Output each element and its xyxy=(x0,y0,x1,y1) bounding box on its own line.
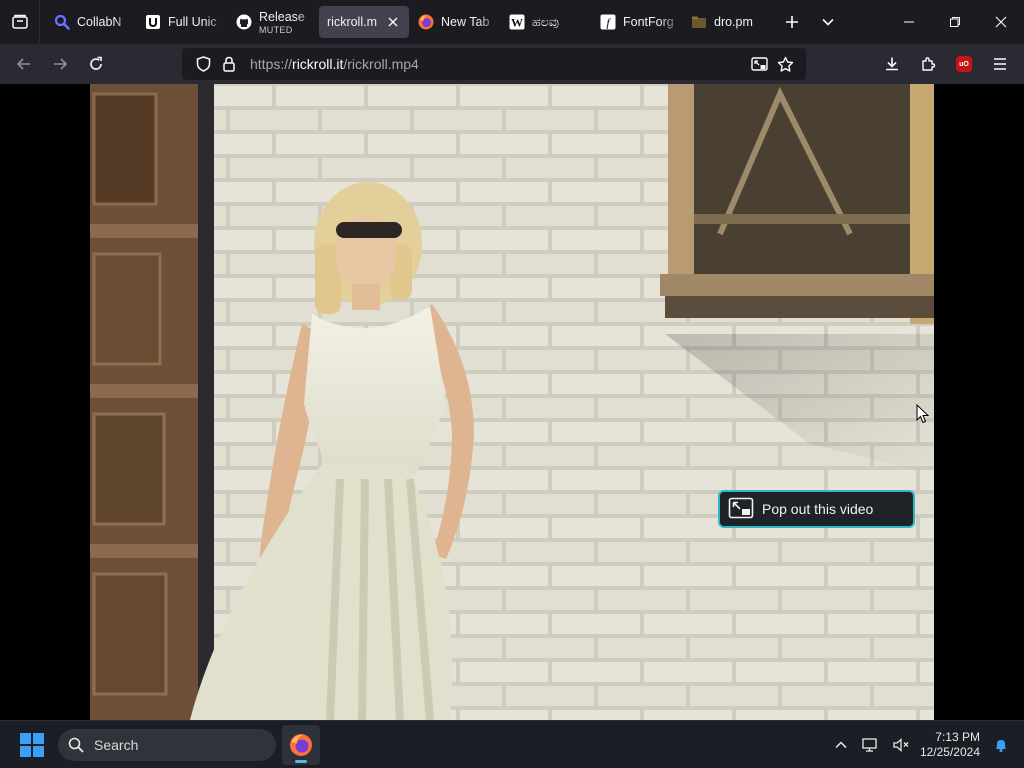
firefox-icon xyxy=(418,14,434,30)
reload-button[interactable] xyxy=(78,48,114,80)
url-host: rickroll.it xyxy=(292,56,344,72)
navigation-toolbar: https://rickroll.it/rickroll.mp4 uO xyxy=(0,44,1024,84)
minimize-icon xyxy=(904,21,914,23)
address-bar[interactable]: https://rickroll.it/rickroll.mp4 xyxy=(182,48,806,80)
clock-date: 12/25/2024 xyxy=(919,745,980,759)
volume-button[interactable] xyxy=(886,721,916,768)
wikipedia-icon: W xyxy=(509,14,525,30)
svg-text:W: W xyxy=(511,16,523,30)
close-icon xyxy=(388,17,398,27)
arrow-left-icon xyxy=(16,58,30,70)
tab-wikipedia[interactable]: W ಹಲವು xyxy=(501,6,591,38)
tab-title: dro.pm xyxy=(714,15,753,29)
unicode-icon xyxy=(145,14,161,30)
tab-collabn[interactable]: CollabN xyxy=(46,6,136,38)
picture-in-picture-icon xyxy=(728,497,754,519)
bookmark-star-button[interactable] xyxy=(772,56,798,73)
tab-new-tab[interactable]: New Tab xyxy=(410,6,500,38)
picture-in-picture-toggle[interactable] xyxy=(746,56,772,72)
tab-release[interactable]: Release MUTED xyxy=(228,6,318,38)
picture-in-picture-button[interactable]: Pop out this video xyxy=(718,490,915,528)
chevron-down-icon xyxy=(822,18,834,26)
running-indicator xyxy=(295,760,307,763)
ublock-origin-button[interactable]: uO xyxy=(946,48,982,80)
volume-muted-icon xyxy=(893,738,909,752)
toolbar-right: uO xyxy=(874,44,1024,84)
extensions-button[interactable] xyxy=(910,48,946,80)
video-frame xyxy=(90,84,934,720)
picture-in-picture-icon xyxy=(750,56,768,71)
fontforge-icon: f xyxy=(600,14,616,30)
mouse-cursor-icon xyxy=(916,404,930,424)
site-info-button[interactable] xyxy=(216,56,242,72)
url-scheme: https:// xyxy=(250,56,293,72)
firefox-icon xyxy=(290,734,312,756)
bell-icon xyxy=(996,740,1006,753)
download-icon xyxy=(886,57,898,71)
new-tab-button[interactable] xyxy=(774,6,810,38)
tab-strip: CollabN Full Unic Release MUTED rickroll… xyxy=(0,0,1024,44)
start-button[interactable] xyxy=(20,733,44,757)
reload-icon xyxy=(90,56,102,70)
restore-icon xyxy=(950,17,960,27)
back-button[interactable] xyxy=(6,48,42,80)
clock-time: 7:13 PM xyxy=(935,730,980,744)
firefox-view-icon xyxy=(11,14,28,29)
taskbar-search-label: Search xyxy=(94,737,139,753)
list-all-tabs-button[interactable] xyxy=(810,6,846,38)
search-icon xyxy=(68,737,84,753)
shield-icon xyxy=(196,56,210,72)
dropm-icon xyxy=(691,14,707,30)
tab-fontforge[interactable]: f FontForg xyxy=(592,6,682,38)
plus-icon xyxy=(786,16,798,28)
firefox-view-button[interactable] xyxy=(0,0,40,44)
chevron-up-icon xyxy=(835,741,847,749)
tracking-protection-button[interactable] xyxy=(190,56,216,72)
taskbar-firefox-button[interactable] xyxy=(282,725,320,765)
minimize-button[interactable] xyxy=(886,0,932,44)
close-icon xyxy=(995,16,1007,28)
windows-taskbar: Search 7:13 PM 12/25/2024 xyxy=(0,720,1024,768)
downloads-button[interactable] xyxy=(874,48,910,80)
network-icon xyxy=(862,738,877,752)
tab-list: CollabN Full Unic Release MUTED rickroll… xyxy=(40,0,846,44)
hamburger-menu-icon xyxy=(994,58,1006,70)
puzzle-icon xyxy=(922,57,936,71)
tab-full-unicode[interactable]: Full Unic xyxy=(137,6,227,38)
tab-close-button[interactable] xyxy=(385,14,401,30)
github-icon xyxy=(236,14,252,30)
page-content: Pop out this video xyxy=(0,84,1024,720)
close-window-button[interactable] xyxy=(978,0,1024,44)
tab-dro-pm[interactable]: dro.pm xyxy=(683,6,773,38)
forward-button[interactable] xyxy=(42,48,78,80)
taskbar-clock[interactable]: 7:13 PM 12/25/2024 xyxy=(916,730,980,760)
picture-in-picture-label: Pop out this video xyxy=(762,501,874,517)
taskbar-search-box[interactable]: Search xyxy=(58,729,276,761)
search-icon xyxy=(54,14,70,30)
show-hidden-icons-button[interactable] xyxy=(826,721,856,768)
network-button[interactable] xyxy=(856,721,886,768)
open-menu-button[interactable] xyxy=(982,48,1018,80)
windows-logo-icon xyxy=(20,733,44,757)
window-controls xyxy=(886,0,1024,44)
lock-icon xyxy=(223,56,235,72)
notifications-button[interactable] xyxy=(986,721,1016,768)
restore-button[interactable] xyxy=(932,0,978,44)
url-path: /rickroll.mp4 xyxy=(343,56,419,72)
star-icon xyxy=(777,56,793,72)
arrow-right-icon xyxy=(54,58,68,70)
video-player[interactable]: Pop out this video xyxy=(90,84,934,720)
url-text[interactable]: https://rickroll.it/rickroll.mp4 xyxy=(250,56,746,72)
system-tray: 7:13 PM 12/25/2024 xyxy=(826,721,1024,768)
tab-rickroll[interactable]: rickroll.m xyxy=(319,6,409,38)
ublock-origin-icon: uO xyxy=(956,56,972,72)
tab-title: rickroll.m xyxy=(327,15,377,29)
